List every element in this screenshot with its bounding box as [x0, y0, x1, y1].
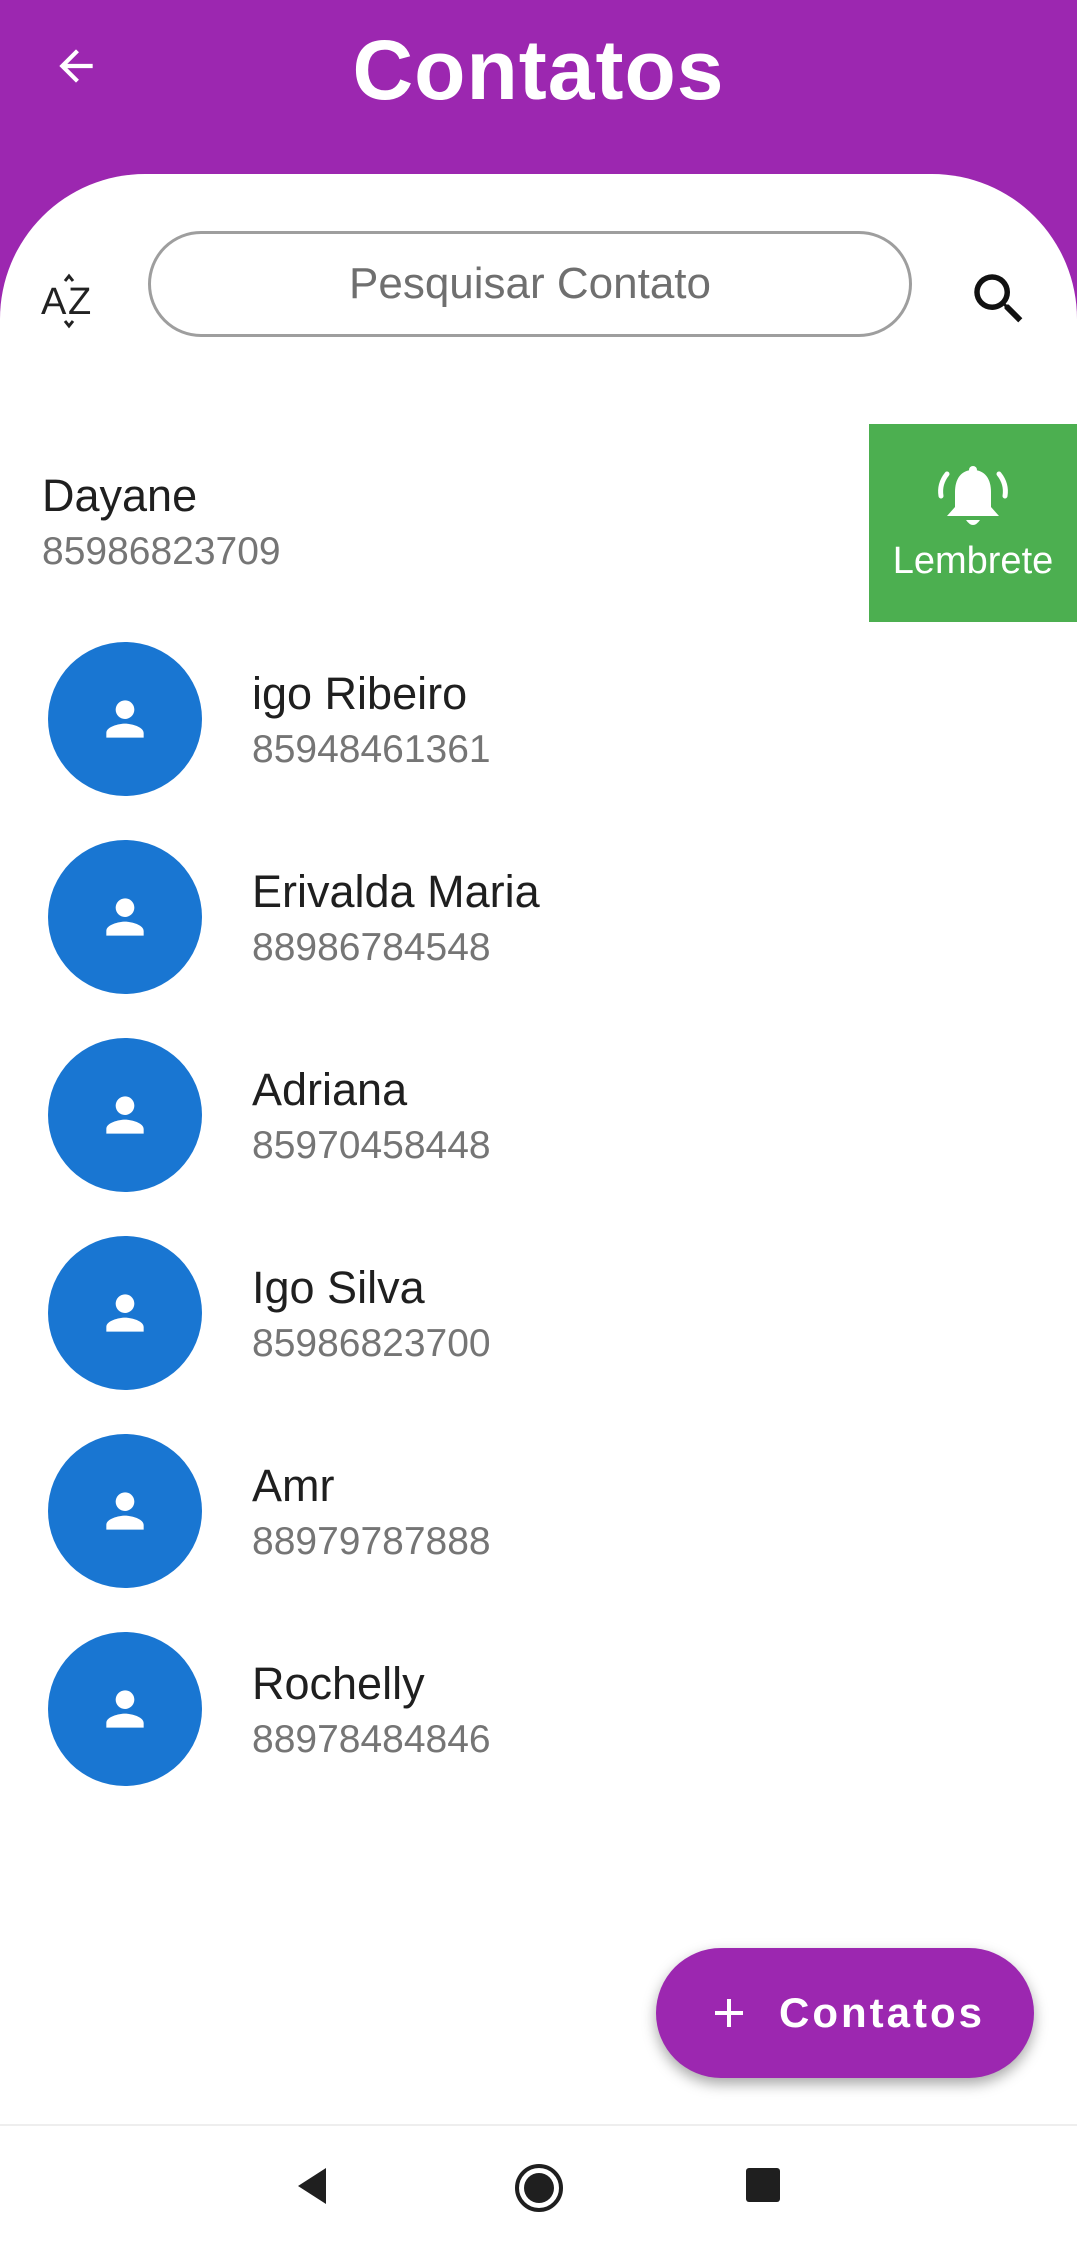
contact-phone: 85986823700: [252, 1322, 491, 1365]
avatar: [48, 840, 202, 994]
contact-phone: 88986784548: [252, 926, 491, 969]
contact-name: Igo Silva: [252, 1262, 425, 1313]
contact-name: Amr: [252, 1460, 335, 1511]
search-field[interactable]: [148, 231, 912, 337]
system-nav-bar: [0, 2124, 1077, 2254]
contact-phone: 88978484846: [252, 1718, 491, 1761]
search-input[interactable]: [186, 258, 874, 310]
person-icon: [106, 1294, 144, 1332]
person-icon: [106, 898, 144, 936]
person-icon: [106, 1096, 144, 1134]
list-item[interactable]: igo Ribeiro 85948461361: [0, 620, 1077, 818]
contact-list: igo Ribeiro 85948461361 Erivalda Maria 8…: [0, 620, 1077, 1808]
list-item[interactable]: Rochelly 88978484846: [0, 1610, 1077, 1808]
contact-name: Erivalda Maria: [252, 866, 540, 917]
page-title: Contatos: [352, 23, 725, 117]
svg-text:A: A: [41, 281, 67, 323]
list-item[interactable]: Adriana 85970458448: [0, 1016, 1077, 1214]
contact-name: igo Ribeiro: [252, 668, 468, 719]
avatar: [48, 1434, 202, 1588]
contact-name: Dayane: [42, 470, 198, 521]
person-icon: [106, 1492, 144, 1530]
contact-name: Adriana: [252, 1064, 408, 1115]
person-icon: [106, 700, 144, 738]
search-button[interactable]: [966, 266, 1032, 332]
add-contact-label: Contatos: [779, 1989, 985, 2036]
sort-alpha-icon: A Z: [41, 273, 91, 329]
person-icon: [106, 1690, 144, 1728]
nav-recent-icon[interactable]: [746, 2168, 780, 2202]
avatar: [48, 1236, 202, 1390]
list-item[interactable]: Amr 88979787888: [0, 1412, 1077, 1610]
nav-back-icon[interactable]: [290, 2164, 334, 2208]
plus-icon: [715, 1999, 743, 2027]
list-item[interactable]: Erivalda Maria 88986784548: [0, 818, 1077, 1016]
bell-ring-icon: [938, 465, 1008, 525]
nav-home-icon[interactable]: [513, 2162, 565, 2214]
list-item[interactable]: Igo Silva 85986823700: [0, 1214, 1077, 1412]
reminder-action-button[interactable]: Lembrete: [869, 424, 1077, 622]
contact-row-swiped[interactable]: Dayane 85986823709 Lembrete: [0, 424, 1077, 622]
contact-name: Rochelly: [252, 1658, 425, 1709]
search-icon: [974, 274, 1023, 323]
svg-text:Z: Z: [68, 281, 91, 323]
contact-phone: 85970458448: [252, 1124, 491, 1167]
add-contact-button[interactable]: Contatos: [656, 1948, 1034, 2078]
reminder-label: Lembrete: [892, 539, 1054, 582]
avatar: [48, 1632, 202, 1786]
avatar: [48, 1038, 202, 1192]
app-bar: Contatos: [0, 0, 1077, 180]
contact-phone: 85948461361: [252, 728, 491, 771]
avatar: [48, 642, 202, 796]
contact-phone: 85986823709: [42, 530, 281, 573]
contact-phone: 88979787888: [252, 1520, 491, 1563]
sort-button[interactable]: A Z: [38, 268, 104, 334]
